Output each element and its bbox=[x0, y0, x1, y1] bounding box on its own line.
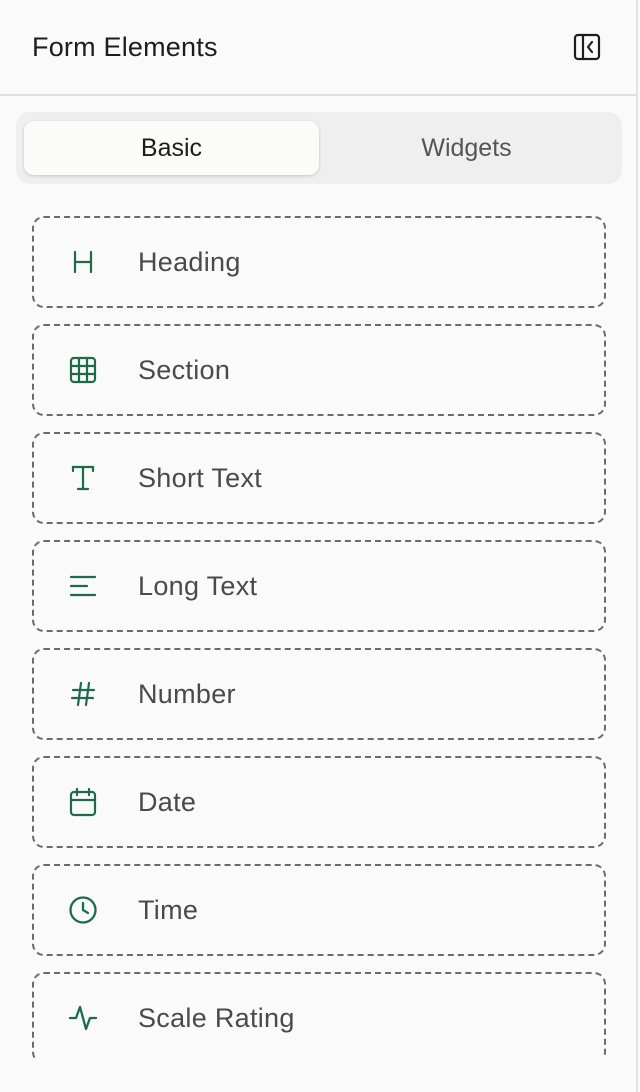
panel-header: Form Elements bbox=[0, 0, 636, 96]
tab-basic[interactable]: Basic bbox=[24, 121, 319, 175]
calendar-icon bbox=[68, 787, 98, 817]
element-item-date[interactable]: Date bbox=[32, 756, 606, 848]
element-item-heading[interactable]: Heading bbox=[32, 216, 606, 308]
element-item-label: Scale Rating bbox=[138, 1002, 295, 1033]
element-list: Heading Section Short Text Long Text Num… bbox=[0, 206, 638, 1058]
element-type-tabs: Basic Widgets bbox=[16, 112, 622, 184]
element-item-label: Number bbox=[138, 678, 236, 709]
clock-icon bbox=[68, 895, 98, 925]
sidebar-collapse-icon bbox=[573, 33, 601, 61]
element-item-label: Short Text bbox=[138, 462, 263, 493]
align-left-icon bbox=[68, 571, 98, 601]
form-elements-panel: Form Elements Basic Widgets Heading Sect… bbox=[0, 0, 638, 1092]
element-item-label: Date bbox=[138, 786, 197, 817]
element-item-label: Long Text bbox=[138, 570, 258, 601]
element-item-scale-rating[interactable]: Scale Rating bbox=[32, 972, 606, 1058]
element-item-label: Time bbox=[138, 894, 199, 925]
element-item-long-text[interactable]: Long Text bbox=[32, 540, 606, 632]
hash-icon bbox=[68, 679, 98, 709]
grid-icon bbox=[68, 355, 98, 385]
activity-icon bbox=[68, 1003, 98, 1033]
element-item-section[interactable]: Section bbox=[32, 324, 606, 416]
element-item-label: Section bbox=[138, 354, 231, 385]
panel-title: Form Elements bbox=[32, 31, 218, 62]
element-item-label: Heading bbox=[138, 246, 241, 277]
heading-icon bbox=[68, 247, 98, 277]
text-icon bbox=[68, 463, 98, 493]
collapse-panel-button[interactable] bbox=[572, 32, 602, 62]
tab-widgets[interactable]: Widgets bbox=[319, 121, 614, 175]
element-item-number[interactable]: Number bbox=[32, 648, 606, 740]
element-item-time[interactable]: Time bbox=[32, 864, 606, 956]
element-item-short-text[interactable]: Short Text bbox=[32, 432, 606, 524]
